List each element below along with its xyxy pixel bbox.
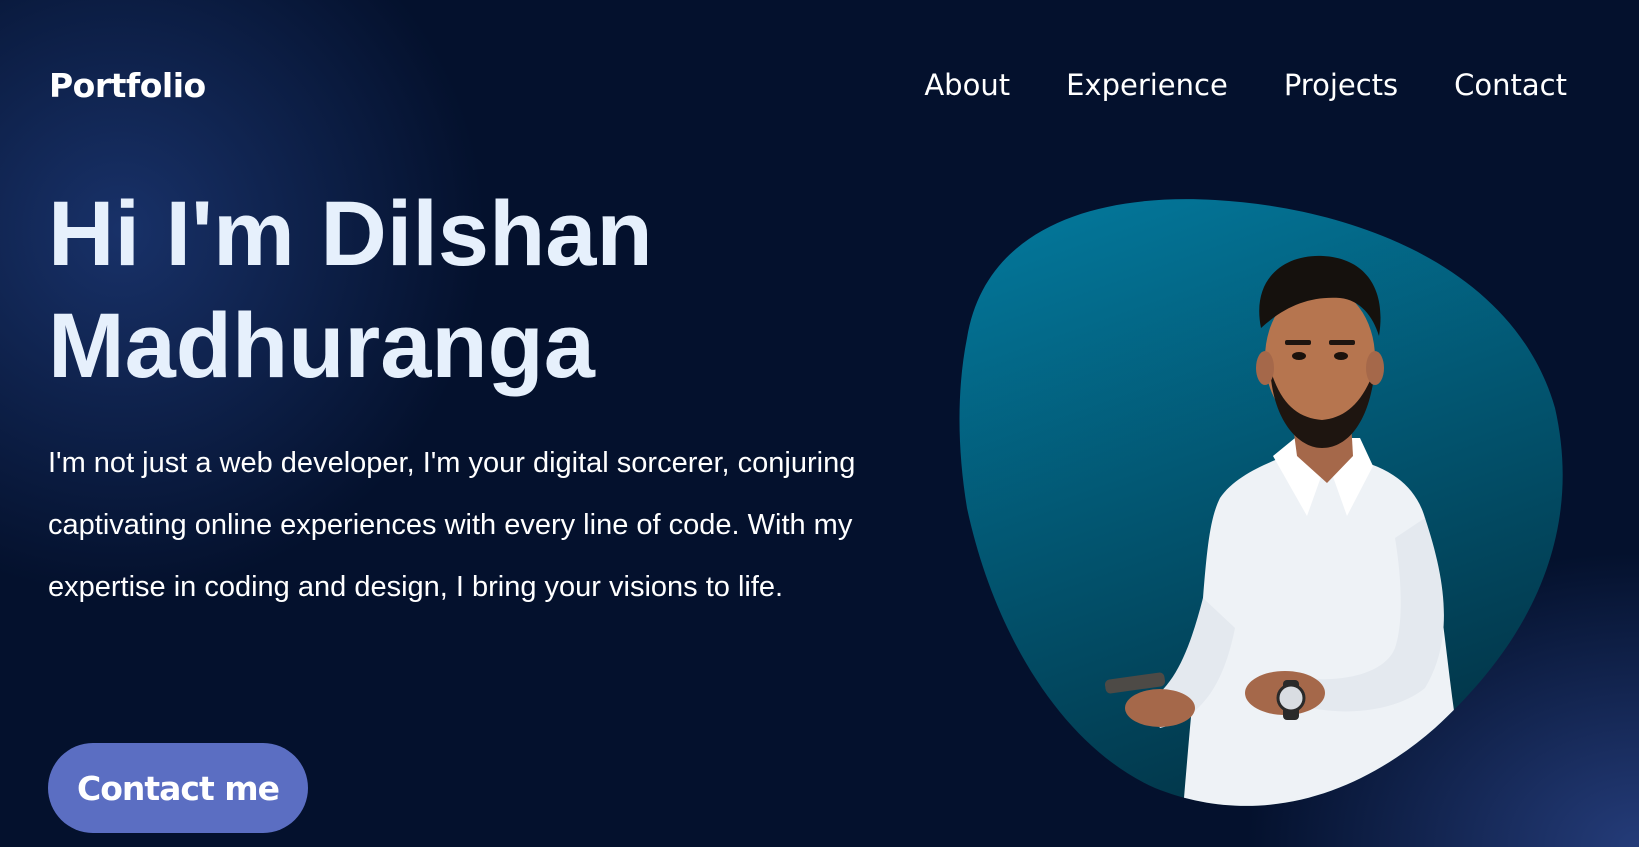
nav-link-contact[interactable]: Contact bbox=[1454, 68, 1567, 102]
nav-link-about[interactable]: About bbox=[924, 68, 1010, 102]
hero-description: I'm not just a web developer, I'm your d… bbox=[48, 447, 856, 603]
hero-title-line-2: Madhuranga bbox=[48, 295, 595, 397]
nav-link-experience[interactable]: Experience bbox=[1066, 68, 1228, 102]
nav-item-projects: Projects bbox=[1284, 68, 1398, 102]
hero-title-line-1: Hi I'm Dilshan bbox=[48, 183, 653, 285]
contact-me-button[interactable]: Contact me bbox=[48, 743, 308, 833]
navbar: Portfolio About Experience Projects Cont… bbox=[0, 0, 1639, 180]
nav-item-experience: Experience bbox=[1066, 68, 1228, 102]
nav-item-contact: Contact bbox=[1454, 68, 1567, 102]
hero-title: Hi I'm Dilshan Madhuranga bbox=[48, 178, 653, 402]
nav-links: About Experience Projects Contact bbox=[924, 68, 1567, 102]
nav-link-projects[interactable]: Projects bbox=[1284, 68, 1398, 102]
nav-item-about: About bbox=[924, 68, 1010, 102]
profile-photo bbox=[959, 199, 1563, 806]
logo-link[interactable]: Portfolio bbox=[49, 66, 206, 105]
